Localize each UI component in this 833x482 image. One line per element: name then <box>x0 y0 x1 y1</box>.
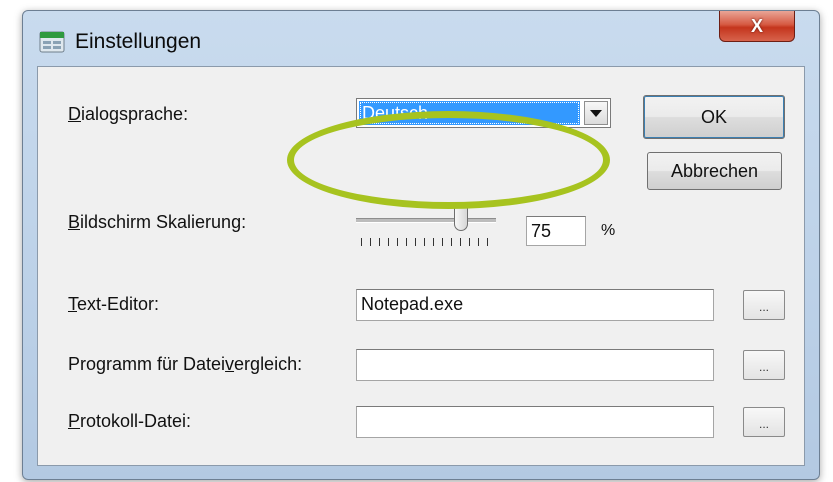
close-icon: X <box>750 15 763 36</box>
text-editor-label-rest: ext-Editor: <box>77 294 160 314</box>
scaling-label-rest: ildschirm Skalierung: <box>80 212 247 232</box>
title-bar[interactable]: Einstellungen X <box>23 11 819 67</box>
log-file-input[interactable] <box>356 406 714 438</box>
scaling-label: Bildschirm Skalierung: <box>68 211 246 233</box>
language-label-rest: ialogsprache: <box>81 104 189 124</box>
log-file-label-rest: rotokoll-Datei: <box>80 411 192 431</box>
percent-label: % <box>601 222 616 239</box>
language-selected-value: Deutsch <box>359 101 580 125</box>
cancel-button[interactable]: Abbrechen <box>647 152 782 190</box>
language-select[interactable]: Deutsch <box>356 98 611 128</box>
compare-label-accel: v <box>225 354 235 374</box>
ok-button[interactable]: OK <box>643 95 785 139</box>
close-button[interactable]: X <box>719 11 795 42</box>
text-editor-label-accel: T <box>68 294 77 314</box>
log-file-label: Protokoll-Datei: <box>68 410 191 432</box>
slider-track <box>356 218 496 223</box>
dialog-body: Dialogsprache: Deutsch OK Abbrechen Bild… <box>37 66 805 466</box>
chevron-down-icon <box>590 109 602 117</box>
settings-dialog: Einstellungen X Dialogsprache: Deutsch O… <box>22 10 820 480</box>
text-editor-input[interactable]: Notepad.exe <box>356 289 714 321</box>
scaling-label-accel: B <box>68 212 81 232</box>
text-editor-label: Text-Editor: <box>68 293 159 315</box>
scaling-slider[interactable] <box>354 200 500 250</box>
log-file-label-accel: P <box>68 411 81 431</box>
compare-label-pre: Programm für Datei <box>68 354 226 374</box>
compare-program-input[interactable] <box>356 349 714 381</box>
compare-label-post: ergleich: <box>234 354 303 374</box>
slider-thumb[interactable] <box>454 203 468 231</box>
slider-ticks <box>361 238 489 246</box>
window-title: Einstellungen <box>75 30 202 53</box>
app-icon <box>39 31 65 53</box>
log-file-browse-button[interactable]: ... <box>743 407 785 437</box>
compare-label: Programm für Dateivergleich: <box>68 353 302 375</box>
dropdown-arrow-button[interactable] <box>584 101 608 125</box>
compare-browse-button[interactable]: ... <box>743 350 785 380</box>
scaling-value-input[interactable]: 75 <box>526 216 586 246</box>
text-editor-browse-button[interactable]: ... <box>743 290 785 320</box>
language-label-accel: D <box>68 104 81 124</box>
language-label: Dialogsprache: <box>68 103 188 125</box>
